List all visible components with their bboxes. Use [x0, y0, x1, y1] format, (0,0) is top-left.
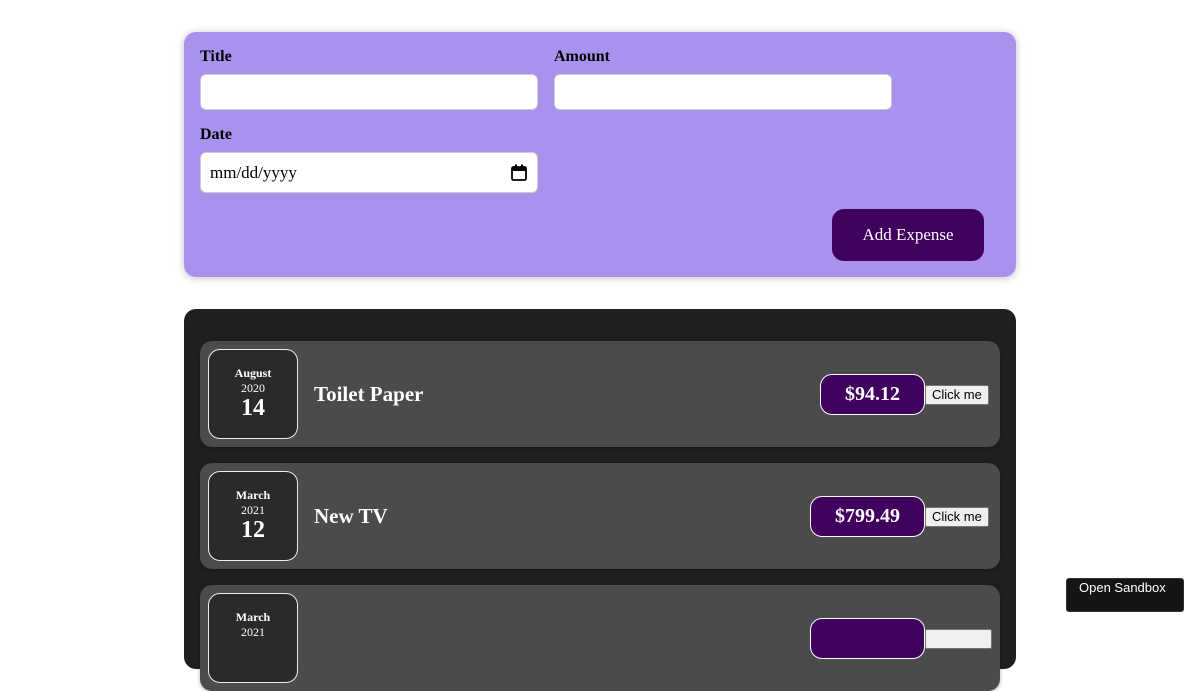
click-me-button[interactable]: Click me [925, 507, 989, 527]
expense-item: March 2021 [200, 585, 1000, 691]
expense-day: 12 [241, 517, 265, 543]
expense-year: 2021 [241, 625, 265, 639]
open-sandbox-button[interactable]: Open Sandbox [1066, 578, 1184, 612]
expenses-list: August 2020 14 Toilet Paper $94.12 Click… [184, 309, 1016, 691]
expense-day: 14 [241, 395, 265, 421]
amount-label: Amount [554, 48, 611, 65]
expense-title: New TV [314, 504, 388, 528]
date-field: Date mm/dd/yyyy [200, 126, 538, 193]
expense-date: March 2021 12 [208, 471, 298, 561]
click-me-button[interactable]: Click me [925, 385, 989, 405]
expense-date: March 2021 [208, 593, 298, 683]
expense-year: 2020 [241, 381, 265, 395]
expense-item: March 2021 12 New TV $799.49 Click me [200, 463, 1000, 569]
calendar-icon[interactable] [511, 164, 527, 181]
expense-year: 2021 [241, 503, 265, 517]
add-expense-button[interactable]: Add Expense [832, 209, 984, 261]
expense-month: March [235, 610, 271, 624]
expense-date: August 2020 14 [208, 349, 298, 439]
title-input[interactable] [200, 74, 538, 110]
expense-price: $799.49 [810, 496, 925, 537]
expense-month: August [234, 366, 272, 380]
date-label: Date [200, 126, 232, 143]
expense-price [810, 618, 925, 659]
date-placeholder: mm/dd/yyyy [210, 162, 297, 182]
expense-price: $94.12 [820, 374, 925, 415]
amount-input[interactable] [554, 74, 892, 110]
expense-title: Toilet Paper [314, 382, 424, 406]
amount-field: Amount [554, 48, 892, 110]
date-input[interactable]: mm/dd/yyyy [200, 152, 538, 193]
expense-month: March [235, 488, 271, 502]
expense-item: August 2020 14 Toilet Paper $94.12 Click… [200, 341, 1000, 447]
click-me-button[interactable] [925, 629, 992, 649]
new-expense-form: Title Amount Date mm/dd/yyyy Add Expense [184, 32, 1016, 277]
title-field: Title [200, 48, 538, 110]
title-label: Title [200, 48, 232, 65]
